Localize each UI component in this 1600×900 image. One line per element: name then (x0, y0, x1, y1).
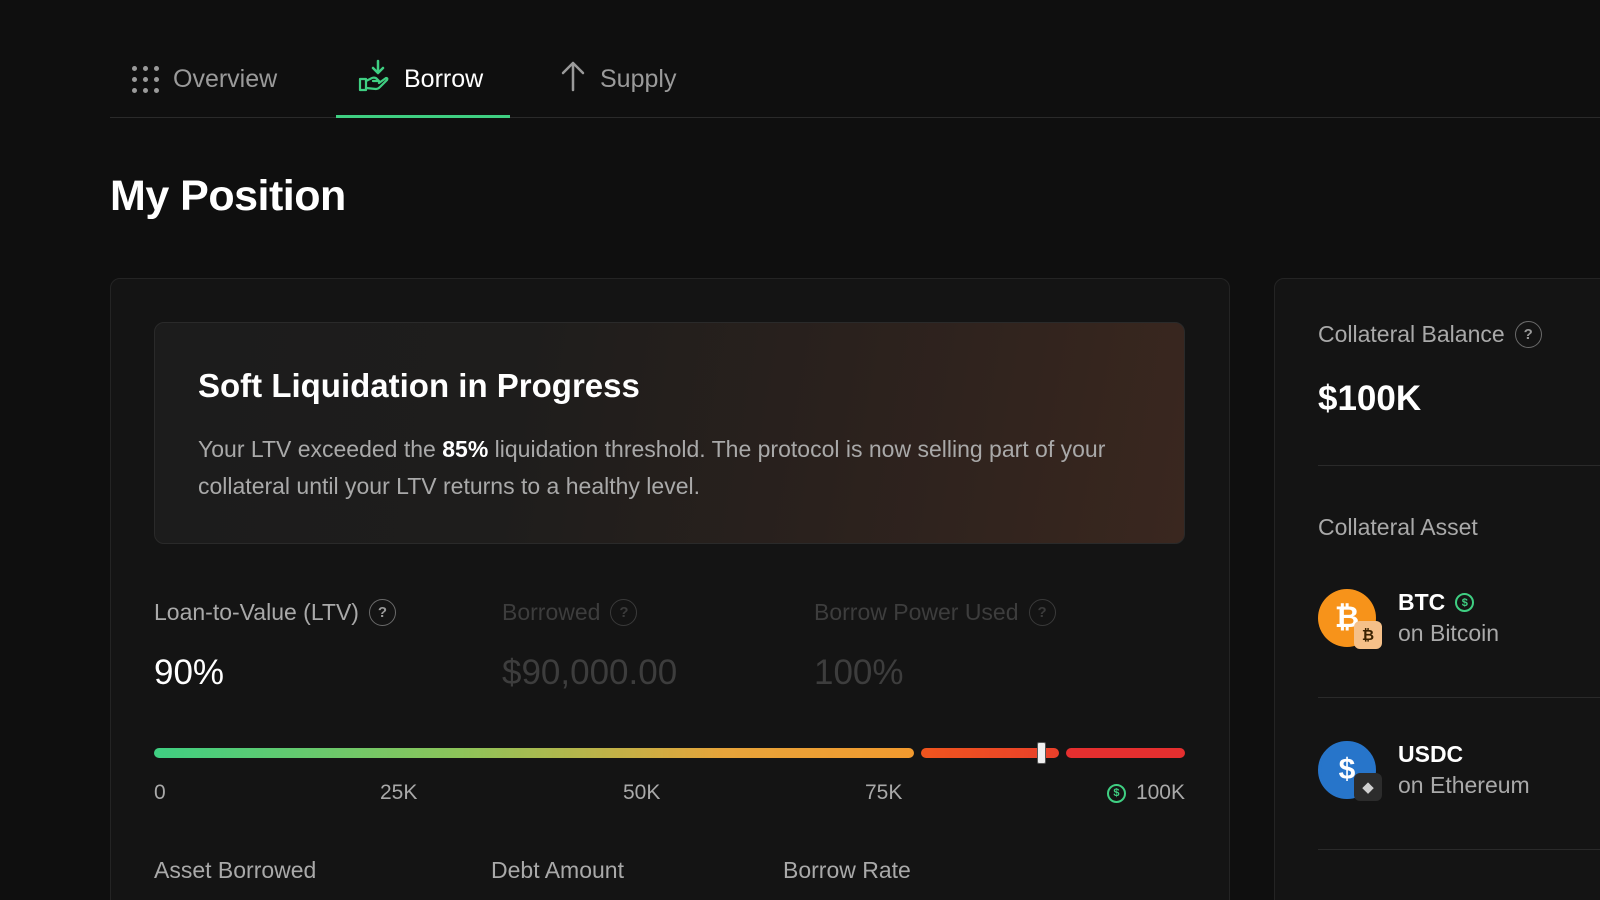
help-icon[interactable]: ? (610, 599, 638, 626)
page-title: My Position (110, 172, 346, 220)
active-tab-indicator (336, 115, 510, 118)
ethereum-network-icon: ◆ (1354, 773, 1382, 801)
tab-supply[interactable]: Supply (560, 44, 676, 117)
help-icon[interactable]: ? (368, 599, 396, 626)
threshold-value: 85% (442, 436, 489, 462)
borrow-power-metric: Borrow Power Used ? 100% (814, 599, 1056, 693)
bitcoin-network-icon: ₿ (1354, 621, 1382, 649)
tick-label: 50K (623, 781, 661, 804)
tick-max: $ 100K (1106, 781, 1185, 805)
collateral-asset-usdc[interactable]: $ ◆ USDC on Ethereum (1318, 741, 1530, 801)
borrowed-value: $90,000.00 (502, 653, 678, 692)
borrowed-label: Borrowed (502, 599, 601, 625)
tab-borrow-label: Borrow (404, 65, 484, 93)
dollar-coin-icon: $ (1455, 593, 1475, 612)
soft-liquidation-alert: Soft Liquidation in Progress Your LTV ex… (154, 322, 1185, 544)
asset-chain: on Ethereum (1398, 772, 1530, 798)
usdc-icon: $ ◆ (1318, 741, 1382, 801)
borrow-power-label: Borrow Power Used (814, 599, 1019, 625)
ltv-marker (1036, 742, 1046, 764)
divider (1318, 849, 1600, 850)
help-icon[interactable]: ? (1514, 321, 1542, 348)
borrowed-metric: Borrowed ? $90,000.00 (502, 599, 677, 693)
position-card: Soft Liquidation in Progress Your LTV ex… (110, 278, 1230, 900)
borrow-power-value: 100% (814, 653, 904, 692)
col-asset-borrowed: Asset Borrowed (154, 857, 317, 883)
ltv-bar (154, 742, 1185, 764)
alert-title: Soft Liquidation in Progress (198, 367, 640, 404)
hand-receive-icon (358, 59, 390, 100)
collateral-card: Collateral Balance ? $100K Collateral As… (1274, 278, 1600, 900)
tab-overview[interactable]: Overview (132, 44, 277, 117)
alert-text: Your LTV exceeded the 85% liquidation th… (198, 436, 1106, 499)
divider (1318, 465, 1600, 466)
tab-borrow[interactable]: Borrow (336, 44, 510, 118)
ltv-value: 90% (154, 653, 225, 692)
tick-label: 0 (154, 781, 166, 804)
help-icon[interactable]: ? (1028, 599, 1056, 626)
ltv-metric: Loan-to-Value (LTV) ? 90% (154, 599, 396, 693)
collateral-asset-label: Collateral Asset (1318, 514, 1478, 540)
collateral-balance-label: Collateral Balance (1318, 321, 1505, 347)
divider (1318, 697, 1600, 698)
page: Overview Borrow Supply My Position Soft … (0, 0, 1600, 900)
col-borrow-rate: Borrow Rate (783, 857, 911, 883)
ltv-bar-danger-segment (1066, 748, 1185, 758)
collateral-balance-value: $100K (1318, 379, 1422, 418)
dollar-coin-icon: $ (1106, 783, 1126, 803)
ltv-bar-ticks: 0 25K 50K 75K $ 100K (154, 781, 1185, 811)
tick-label: 100K (1135, 781, 1185, 804)
asset-chain: on Bitcoin (1398, 620, 1500, 646)
tick-label: 75K (865, 781, 903, 804)
tick-label: 25K (380, 781, 418, 804)
tab-bar: Overview Borrow Supply (110, 44, 1600, 118)
grid-icon (132, 66, 159, 93)
tab-supply-label: Supply (600, 65, 677, 93)
asset-symbol: BTC (1398, 589, 1446, 615)
collateral-asset-btc[interactable]: ₿ ₿ BTC $ on Bitcoin (1318, 589, 1500, 649)
btc-icon: ₿ ₿ (1318, 589, 1382, 649)
collateral-balance-label-row: Collateral Balance ? (1318, 321, 1542, 348)
tab-overview-label: Overview (173, 65, 278, 93)
col-debt-amount: Debt Amount (491, 857, 624, 883)
asset-symbol: USDC (1398, 741, 1464, 767)
ltv-bar-healthy-segment (154, 748, 914, 758)
arrow-up-icon (560, 60, 586, 99)
ltv-label: Loan-to-Value (LTV) (154, 599, 359, 625)
